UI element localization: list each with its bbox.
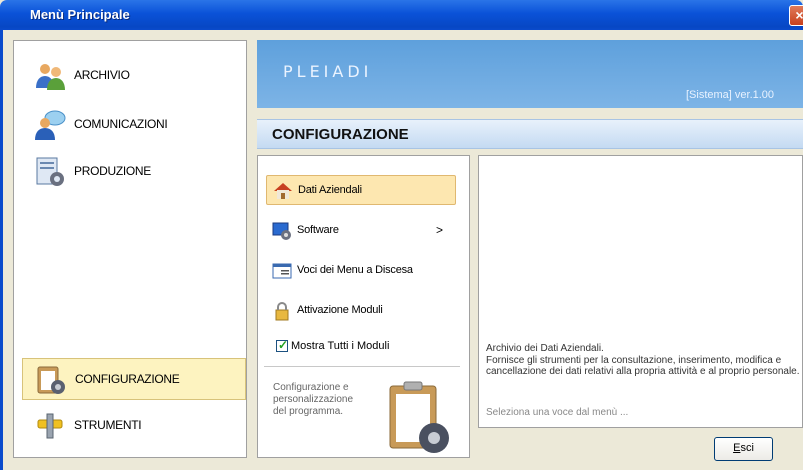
house-icon — [274, 183, 292, 199]
show-all-modules-checkbox[interactable]: ✓ — [276, 338, 289, 352]
details-title: Archivio dei Dati Aziendali. — [486, 343, 604, 354]
menu-item-dati-aziendali[interactable]: Dati Aziendali — [266, 175, 456, 205]
monitor-gear-icon — [272, 222, 291, 240]
submenu-arrow-icon: > — [436, 223, 444, 237]
sidebar-item-label: COMUNICAZIONI — [74, 117, 168, 131]
sidebar-item-configurazione[interactable]: CONFIGURAZIONE — [22, 358, 246, 400]
checkmark-icon: ✓ — [278, 338, 289, 352]
sidebar-item-label: CONFIGURAZIONE — [75, 372, 180, 386]
menu-item-label: Attivazione Moduli — [297, 304, 383, 316]
sidebar-item-label: STRUMENTI — [74, 418, 142, 432]
section-title: CONFIGURAZIONE — [272, 126, 409, 143]
sidebar-item-label: PRODUZIONE — [74, 164, 152, 178]
header-banner: PLEIADI [Sistema] ver.1.00 — [257, 40, 803, 108]
menu-item-label: Voci dei Menu a Discesa — [297, 264, 413, 276]
close-icon: × — [795, 7, 803, 23]
users-icon — [36, 64, 65, 90]
menu-item-label: Dati Aziendali — [298, 184, 362, 196]
menu-description-line: Configurazione e — [273, 382, 349, 393]
chat-user-icon — [35, 110, 66, 140]
app-logo: PLEIADI — [283, 62, 373, 81]
show-all-modules-label: Mostra Tutti i Moduli — [291, 340, 390, 352]
menu-item-label: Software — [297, 224, 339, 236]
details-body: Fornisce gli strumenti per la consultazi… — [486, 355, 800, 377]
clipboard-gear-icon — [37, 366, 65, 394]
divider — [264, 366, 460, 367]
clipboard-gear-icon — [389, 381, 449, 453]
menu-panel: Dati Aziendali Software > Voci dei Menu … — [257, 155, 470, 458]
sidebar-item-label: ARCHIVIO — [74, 68, 130, 82]
version-label: [Sistema] ver.1.00 — [686, 89, 775, 101]
menu-description-line: personalizzazione — [273, 394, 354, 405]
menu-description-line: del programma. — [273, 406, 344, 417]
sidebar-item-strumenti[interactable]: STRUMENTI — [22, 405, 246, 447]
sidebar-item-produzione[interactable]: PRODUZIONE — [22, 151, 246, 193]
sidebar: ARCHIVIO COMUNICAZIONI PRODUZIONE CONFIG… — [13, 40, 247, 458]
title-bar: Menù Principale × — [0, 0, 803, 30]
window-list-icon — [272, 263, 292, 279]
details-panel: Archivio dei Dati Aziendali. Fornisce gl… — [478, 155, 803, 428]
details-hint: Seleziona una voce dal menù ... — [486, 407, 629, 418]
document-gear-icon — [36, 157, 64, 186]
sidebar-item-comunicazioni[interactable]: COMUNICAZIONI — [22, 104, 246, 146]
exit-button-label: sci — [740, 442, 754, 454]
close-button[interactable]: × — [789, 5, 803, 26]
exit-button[interactable]: Esci — [714, 437, 773, 461]
window-title: Menù Principale — [30, 7, 130, 22]
sidebar-item-archivio[interactable]: ARCHIVIO — [22, 55, 246, 97]
tools-icon — [37, 413, 63, 439]
menu-item-attivazione-moduli[interactable]: Attivazione Moduli — [266, 296, 456, 326]
lock-icon — [275, 302, 289, 321]
section-header: CONFIGURAZIONE — [257, 119, 803, 149]
menu-description: Configurazione e personalizzazione del p… — [273, 382, 353, 418]
menu-item-voci-menu[interactable]: Voci dei Menu a Discesa — [266, 256, 456, 286]
menu-item-software[interactable]: Software > — [266, 216, 456, 246]
